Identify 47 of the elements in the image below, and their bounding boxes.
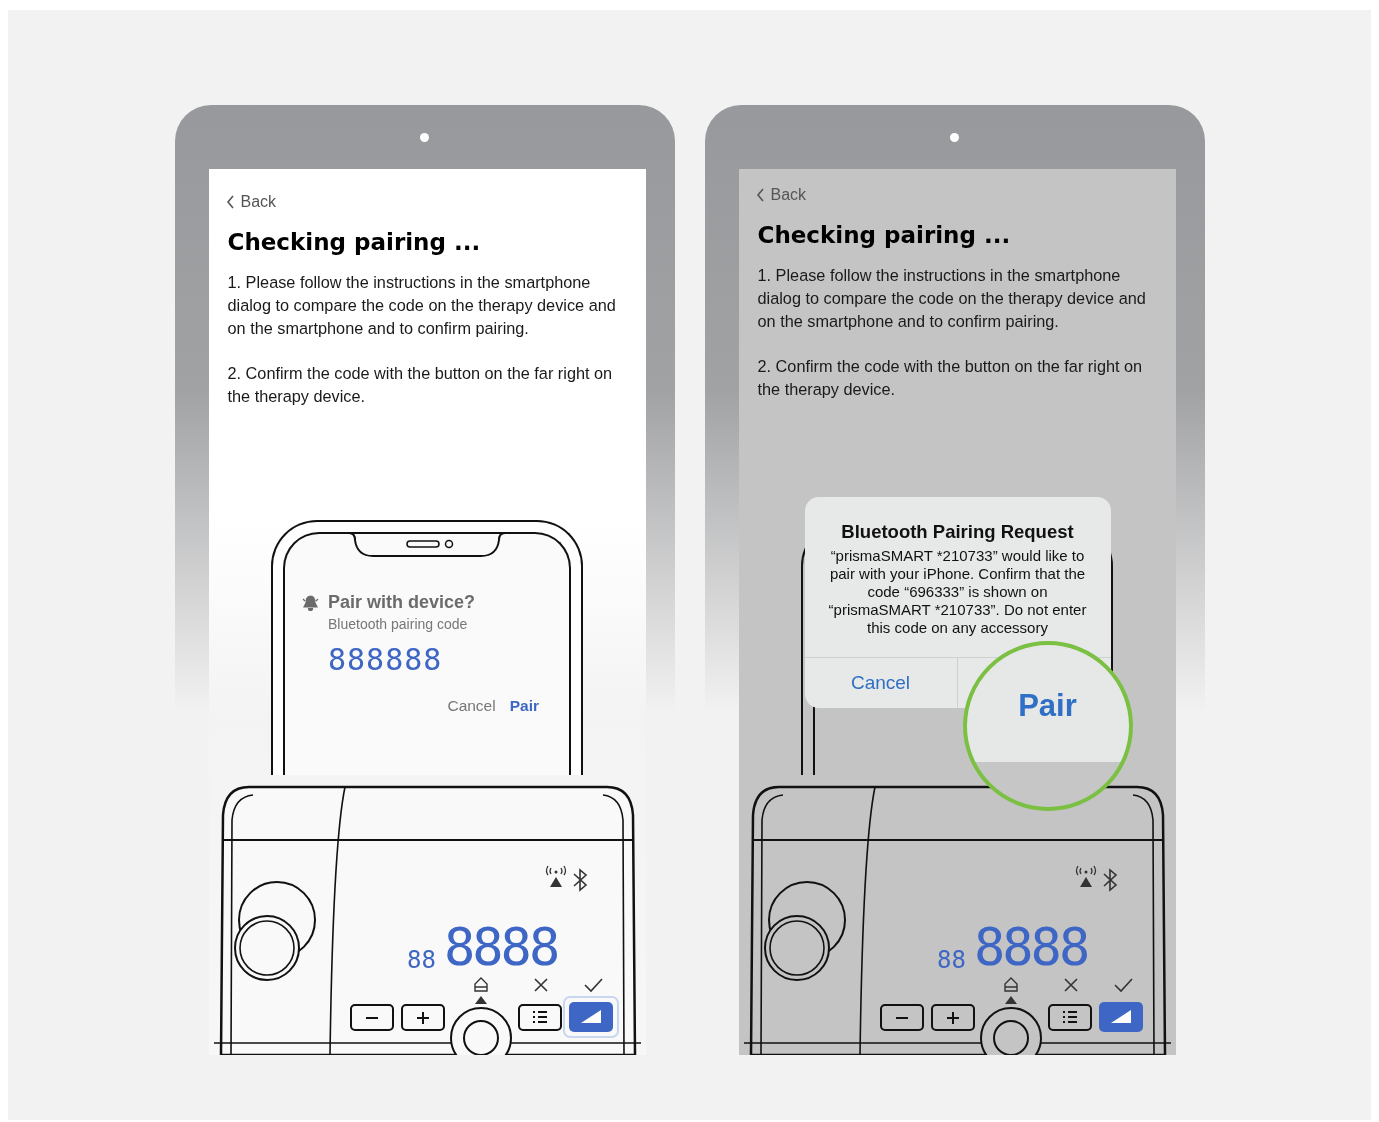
- display-digits: 8888: [973, 917, 1087, 977]
- alert-title: Bluetooth Pairing Request: [841, 521, 1074, 543]
- bell-icon: [301, 593, 320, 612]
- bluetooth-icon: [572, 868, 587, 892]
- page-title: Checking pairing ...: [757, 222, 1012, 248]
- menu-button[interactable]: [517, 1004, 562, 1031]
- check-icon: [583, 978, 603, 993]
- camera-dot: [420, 133, 429, 142]
- back-link[interactable]: Back: [755, 186, 807, 204]
- plus-button[interactable]: [400, 1004, 445, 1031]
- bluetooth-icon: [1102, 868, 1117, 892]
- signal-icon: [545, 865, 566, 887]
- alert-message: “prismaSMART *210733” would like to pair with your iPhone. Confirm that the code “696333” is shown on “prismaSMART *210733”. Do not enter this code on any accessory: [827, 547, 1088, 637]
- signal-icon: [1075, 865, 1096, 887]
- display-small-digits: 88: [406, 946, 436, 974]
- instruction-text: 1. Please follow the instructions in the smartphone dialog to compare the code on the therapy device and on the smartphone and to confirm pairing.: [757, 265, 1147, 332]
- up-triangle-icon: [1004, 996, 1017, 1004]
- up-triangle-icon: [474, 996, 487, 1004]
- minus-button[interactable]: [879, 1004, 924, 1031]
- home-icon: [473, 977, 488, 992]
- round-button[interactable]: [449, 1007, 512, 1055]
- instruction-text: 2. Confirm the code with the button on the far right on the therapy device.: [757, 356, 1144, 400]
- instruction-text: 2. Confirm the code with the button on the far right on the therapy device.: [227, 363, 614, 407]
- pair-button[interactable]: Pair: [509, 697, 539, 715]
- cancel-button[interactable]: Cancel: [447, 697, 496, 715]
- close-icon: [1063, 978, 1078, 992]
- cancel-button[interactable]: Cancel: [804, 658, 958, 708]
- confirm-button[interactable]: [568, 1002, 613, 1032]
- plus-button[interactable]: [930, 1004, 975, 1031]
- chevron-left-icon: [225, 195, 235, 209]
- pairing-code: 888888: [328, 642, 443, 677]
- home-icon: [1003, 977, 1018, 992]
- back-link[interactable]: Back: [225, 193, 277, 211]
- display-digits: 8888: [443, 917, 557, 977]
- dialog-subtitle: Bluetooth pairing code: [328, 616, 468, 632]
- menu-button[interactable]: [1047, 1004, 1092, 1031]
- page-title: Checking pairing ...: [227, 229, 482, 255]
- instruction-text: 1. Please follow the instructions in the smartphone dialog to compare the code on the therapy device and on the smartphone and to confirm pairing.: [227, 272, 617, 339]
- close-icon: [533, 978, 548, 992]
- minus-button[interactable]: [349, 1004, 394, 1031]
- chevron-left-icon: [755, 188, 765, 202]
- round-button[interactable]: [979, 1007, 1042, 1055]
- confirm-button[interactable]: [1098, 1002, 1143, 1032]
- check-icon: [1113, 978, 1133, 993]
- display-small-digits: 88: [936, 946, 966, 974]
- dialog-title: Pair with device?: [328, 592, 476, 613]
- camera-dot: [950, 133, 959, 142]
